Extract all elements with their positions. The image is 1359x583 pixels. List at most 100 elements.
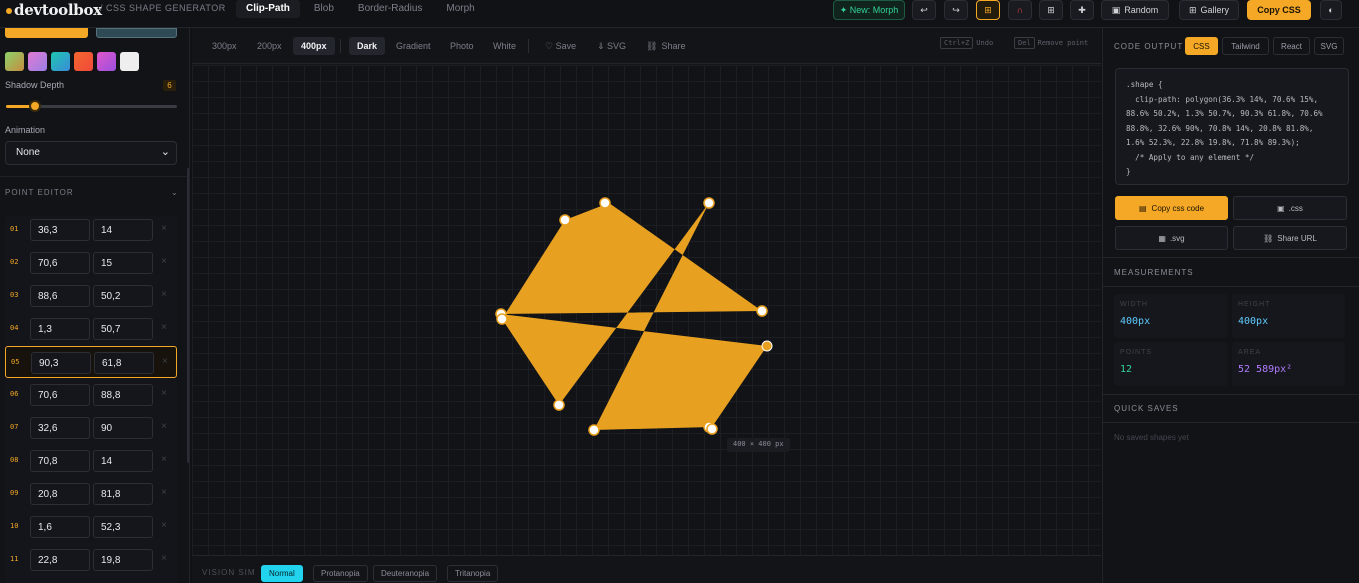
vision-tritanopia-button[interactable]: Tritanopia — [447, 565, 499, 582]
point-row[interactable]: 10 1,6 52,3 × — [5, 511, 177, 543]
size-400-button[interactable]: 400px — [293, 37, 335, 55]
bg-photo-button[interactable]: Photo — [442, 37, 482, 55]
copy-css-code-button[interactable]: ▤ Copy css code — [1115, 196, 1228, 220]
layout-button[interactable]: ⊞ — [1039, 0, 1063, 20]
point-handle[interactable] — [756, 305, 768, 317]
point-x-input[interactable]: 70,8 — [30, 450, 90, 472]
download-css-button[interactable]: ▣ .css — [1233, 196, 1347, 220]
vision-deuteranopia-button[interactable]: Deuteranopia — [373, 565, 438, 582]
remove-point-icon[interactable]: × — [161, 388, 167, 399]
remove-point-icon[interactable]: × — [161, 553, 167, 564]
preset-swatch[interactable] — [28, 52, 47, 71]
point-handle[interactable] — [599, 197, 611, 209]
point-handle[interactable] — [588, 424, 600, 436]
point-y-input[interactable]: 14 — [93, 450, 153, 472]
shape-canvas[interactable]: 400 × 400 px — [192, 65, 1101, 555]
tab-morph[interactable]: Morph — [436, 0, 484, 18]
svg-export-button[interactable]: ⇓ SVG — [589, 37, 634, 55]
point-handle[interactable] — [703, 197, 715, 209]
preset-swatch[interactable] — [74, 52, 93, 71]
logo[interactable]: devtoolbox — [6, 1, 102, 19]
point-x-input[interactable]: 36,3 — [30, 219, 90, 241]
download-svg-button[interactable]: ▦ .svg — [1115, 226, 1228, 250]
shape-svg[interactable] — [192, 65, 1101, 555]
remove-point-icon[interactable]: × — [161, 487, 167, 498]
preset-swatch[interactable] — [5, 52, 24, 71]
point-x-input[interactable]: 20,8 — [30, 483, 90, 505]
bg-gradient-button[interactable]: Gradient — [388, 37, 439, 55]
code-output[interactable]: .shape { clip-path: polygon(36.3% 14%, 7… — [1115, 68, 1349, 185]
share-url-button[interactable]: ⛓ Share URL — [1233, 226, 1347, 250]
point-x-input[interactable]: 22,8 — [30, 549, 90, 571]
point-y-input[interactable]: 90 — [93, 417, 153, 439]
fill-color-swatch[interactable] — [5, 28, 88, 38]
remove-point-icon[interactable]: × — [161, 256, 167, 267]
tab-react[interactable]: React — [1273, 37, 1310, 55]
point-x-input[interactable]: 90,3 — [31, 352, 91, 374]
point-row[interactable]: 06 70,6 88,8 × — [5, 379, 177, 411]
remove-point-icon[interactable]: × — [161, 223, 167, 234]
save-button[interactable]: ♡ Save — [537, 37, 584, 55]
point-handle[interactable] — [559, 214, 571, 226]
point-handle[interactable] — [706, 423, 718, 435]
remove-point-icon[interactable]: × — [161, 421, 167, 432]
preset-swatch[interactable] — [120, 52, 139, 71]
point-y-input[interactable]: 50,2 — [93, 285, 153, 307]
size-200-button[interactable]: 200px — [249, 37, 290, 55]
snap-toggle-button[interactable]: ∩ — [1008, 0, 1032, 20]
clip-path-shape[interactable] — [501, 203, 767, 430]
remove-point-icon[interactable]: × — [162, 356, 168, 367]
redo-button[interactable]: ↪ — [944, 0, 968, 20]
tab-tailwind[interactable]: Tailwind — [1222, 37, 1269, 55]
point-x-input[interactable]: 70,6 — [30, 384, 90, 406]
theme-toggle-button[interactable]: ◐ — [1320, 0, 1342, 20]
point-y-input[interactable]: 15 — [93, 252, 153, 274]
point-x-input[interactable]: 1,3 — [30, 318, 90, 340]
add-point-button[interactable]: ✚ — [1070, 0, 1094, 20]
slider-handle[interactable] — [29, 100, 42, 112]
point-handle[interactable] — [496, 313, 508, 325]
remove-point-icon[interactable]: × — [161, 322, 167, 333]
point-y-input[interactable]: 61,8 — [94, 352, 154, 374]
tab-svg[interactable]: SVG — [1314, 37, 1344, 55]
point-x-input[interactable]: 70,6 — [30, 252, 90, 274]
stroke-color-swatch[interactable] — [96, 28, 177, 38]
point-row[interactable]: 11 22,8 19,8 × — [5, 544, 177, 576]
point-y-input[interactable]: 19,8 — [93, 549, 153, 571]
point-handle-selected[interactable] — [761, 340, 773, 352]
point-y-input[interactable]: 88,8 — [93, 384, 153, 406]
point-x-input[interactable]: 32,6 — [30, 417, 90, 439]
vision-normal-button[interactable]: Normal — [261, 565, 303, 582]
point-y-input[interactable]: 81,8 — [93, 483, 153, 505]
remove-point-icon[interactable]: × — [161, 454, 167, 465]
point-row[interactable]: 05 90,3 61,8 × — [5, 346, 177, 378]
point-x-input[interactable]: 88,6 — [30, 285, 90, 307]
preset-swatch[interactable] — [97, 52, 116, 71]
point-row[interactable]: 08 70,8 14 × — [5, 445, 177, 477]
preset-swatch[interactable] — [51, 52, 70, 71]
remove-point-icon[interactable]: × — [161, 289, 167, 300]
new-morph-button[interactable]: ✦ New: Morph — [833, 0, 905, 20]
point-row[interactable]: 09 20,8 81,8 × — [5, 478, 177, 510]
gallery-button[interactable]: ⊞ Gallery — [1179, 0, 1239, 20]
point-row[interactable]: 01 36,3 14 × — [5, 214, 177, 246]
point-row[interactable]: 03 88,6 50,2 × — [5, 280, 177, 312]
tab-border-radius[interactable]: Border-Radius — [348, 0, 432, 18]
random-button[interactable]: ▣ Random — [1101, 0, 1169, 20]
animation-select[interactable]: None ⌄ — [5, 141, 177, 165]
tab-clip-path[interactable]: Clip-Path — [236, 0, 300, 18]
bg-white-button[interactable]: White — [485, 37, 524, 55]
undo-button[interactable]: ↩ — [912, 0, 936, 20]
grid-toggle-button[interactable]: ⊞ — [976, 0, 1000, 20]
tab-css[interactable]: CSS — [1185, 37, 1218, 55]
point-handle[interactable] — [553, 399, 565, 411]
point-y-input[interactable]: 14 — [93, 219, 153, 241]
point-y-input[interactable]: 52,3 — [93, 516, 153, 538]
share-button[interactable]: ⛓ Share — [638, 37, 693, 55]
scrollbar[interactable] — [187, 168, 189, 463]
point-y-input[interactable]: 50,7 — [93, 318, 153, 340]
collapse-chevron-icon[interactable]: ⌄ — [171, 188, 178, 197]
point-row[interactable]: 07 32,6 90 × — [5, 412, 177, 444]
point-row[interactable]: 04 1,3 50,7 × — [5, 313, 177, 345]
copy-css-button[interactable]: Copy CSS — [1247, 0, 1311, 20]
